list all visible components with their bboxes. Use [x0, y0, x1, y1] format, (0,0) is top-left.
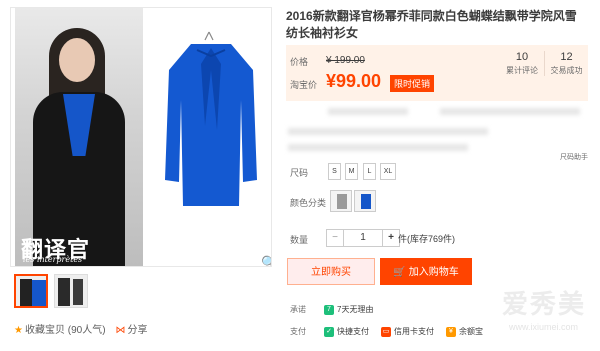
share-button[interactable]: ⋈ 分享 — [116, 321, 148, 336]
quantity-decrease-button[interactable]: − — [326, 229, 344, 247]
gallery-overlay-subtitle: les interprètes — [23, 255, 83, 264]
color-option-blue[interactable] — [354, 190, 376, 212]
share-label: 分享 — [127, 325, 148, 336]
payment-row: 支付 ✓ 快捷支付 ▭ 信用卡支付 ¥ 余额宝 — [290, 326, 483, 337]
blouse-image — [165, 31, 257, 206]
add-to-cart-button[interactable]: 🛒 加入购物车 — [380, 258, 472, 285]
color-option-gray[interactable] — [330, 190, 352, 212]
size-label: 尺码 — [290, 168, 309, 178]
review-count-label: 累计评论 — [506, 66, 538, 75]
add-to-cart-label: 加入购物车 — [408, 267, 459, 278]
favorite-button[interactable]: ★ 收藏宝贝 (90人气) — [14, 321, 106, 336]
size-chart-link[interactable]: 尺码助手 — [560, 152, 588, 162]
product-gallery[interactable]: 翻译官 les interprètes 🔍 — [10, 7, 272, 267]
cart-icon: 🛒 — [393, 267, 406, 278]
blurred-service — [288, 144, 468, 151]
current-price: ¥99.00 — [326, 71, 382, 91]
stock-info: 件(库存769件) — [398, 234, 456, 244]
yuebao-icon: ¥ — [446, 326, 456, 337]
buy-now-button[interactable]: 立即购买 — [287, 258, 375, 285]
quantity-stepper: − 1 + — [326, 229, 400, 247]
share-icon: ⋈ — [115, 325, 126, 336]
star-icon: ★ — [14, 325, 23, 336]
sales-count-label: 交易成功 — [550, 66, 583, 75]
watermark-url: www.ixiumei.com — [508, 322, 578, 332]
blurred-delivery — [288, 128, 488, 135]
size-option-s[interactable]: S — [328, 163, 341, 180]
size-option-m[interactable]: M — [345, 163, 358, 180]
promise-label: 承诺 — [290, 305, 306, 314]
price-box: 价格 ¥ 199.00 淘宝价 ¥99.00 限时促销 10 累计评论 12 交… — [286, 45, 588, 101]
review-count-value: 10 — [515, 51, 529, 63]
review-count[interactable]: 10 累计评论 — [500, 51, 544, 76]
original-price: ¥ 199.00 — [326, 55, 365, 66]
model-photo: 翻译官 les interprètes — [15, 8, 143, 266]
blurred-promo-1 — [328, 108, 408, 115]
watermark-brand: 爱秀美 — [501, 289, 586, 319]
gallery-actions: ★ 收藏宝贝 (90人气) ⋈ 分享 — [14, 321, 148, 336]
taobao-price-label: 淘宝价 — [290, 80, 318, 90]
seven-day-icon: 7 — [324, 304, 334, 315]
promise-text[interactable]: 7天无理由 — [337, 304, 373, 315]
zoom-icon[interactable]: 🔍 — [261, 255, 271, 266]
size-option-l[interactable]: L — [363, 163, 376, 180]
thumbnail-2[interactable] — [54, 274, 88, 308]
color-label: 颜色分类 — [290, 198, 327, 208]
yuebao-text: 余额宝 — [459, 327, 483, 336]
model-face — [59, 38, 95, 82]
favorite-label: 收藏宝贝 (90人气) — [24, 325, 106, 336]
size-option-xl[interactable]: XL — [380, 163, 396, 180]
product-title: 2016新款翻译官杨幂乔菲同款白色蝴蝶结飘带学院风雪纺长袖衬衫女 — [286, 9, 577, 40]
sales-count: 12 交易成功 — [544, 51, 588, 76]
price-label: 价格 — [290, 57, 309, 67]
credit-card-text: 信用卡支付 — [394, 327, 434, 336]
payment-label: 支付 — [290, 327, 306, 336]
blurred-promo-2 — [440, 108, 580, 115]
promise-row: 承诺 7 7天无理由 — [290, 304, 373, 315]
sales-count-value: 12 — [560, 51, 573, 63]
credit-card-icon: ▭ — [381, 326, 391, 337]
quick-pay-icon: ✓ — [324, 326, 334, 337]
promo-badge: 限时促销 — [390, 75, 435, 92]
quick-pay-text: 快捷支付 — [337, 327, 369, 336]
thumbnail-1[interactable] — [14, 274, 48, 308]
quantity-label: 数量 — [290, 235, 309, 245]
thumbnail-strip — [14, 274, 88, 308]
quantity-input[interactable]: 1 — [344, 229, 382, 247]
